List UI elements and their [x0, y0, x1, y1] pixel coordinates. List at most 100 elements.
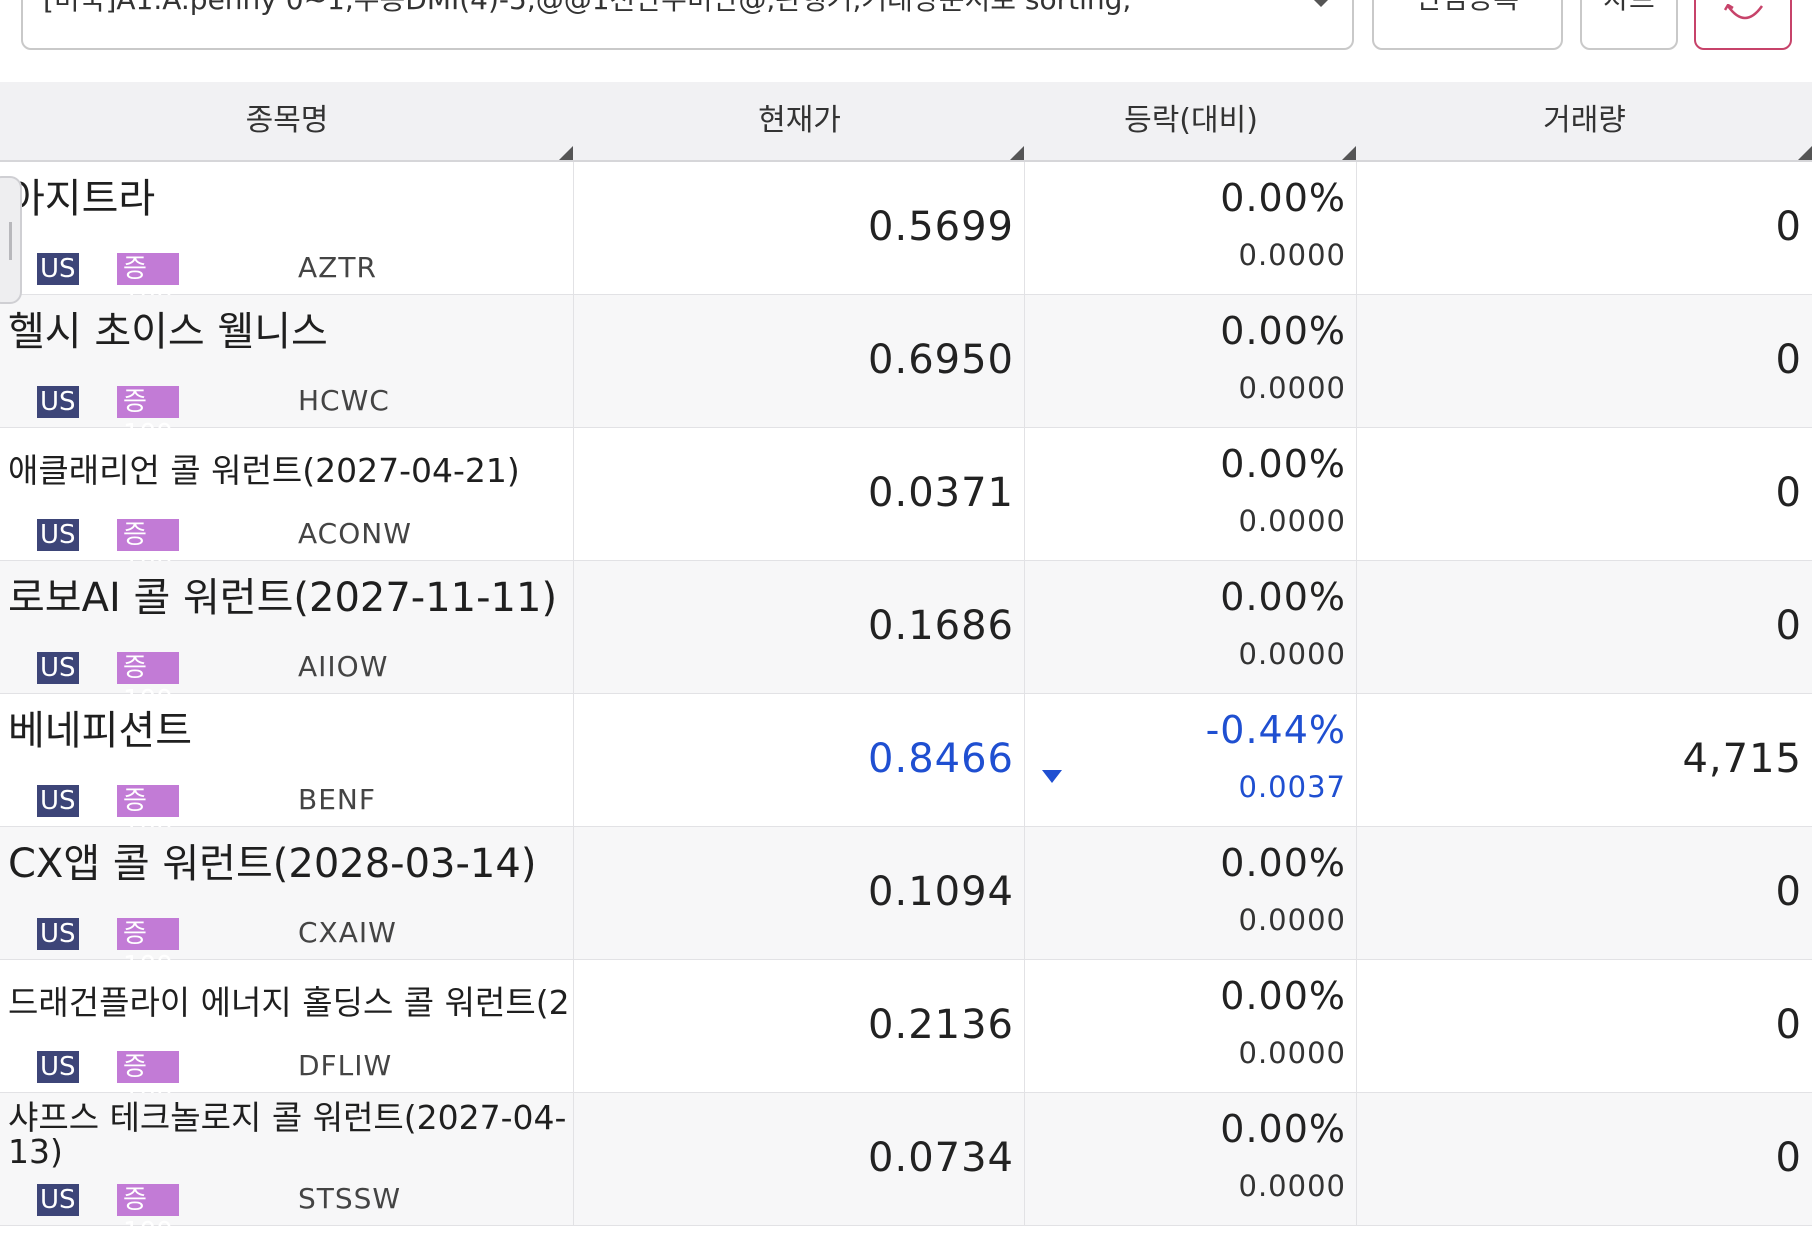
toolbar: [미국]A1.A.penny 0~1,주봉DMI(4)-5,@@1천만주미만@,…	[0, 0, 1812, 82]
volume-cell: 0	[1357, 1093, 1812, 1225]
table-row[interactable]: 드래건플라이 에너지 홀딩스 콜 워런트(20 US 증100 DFLIW 0.…	[0, 960, 1812, 1114]
ticker-symbol: AIIOW	[298, 650, 389, 683]
volume: 0	[1775, 470, 1802, 516]
change-amount: 0.0000	[1238, 1169, 1346, 1203]
price-cell: 0.6950	[574, 295, 1025, 427]
table-row[interactable]: 로보AI 콜 워런트(2027-11-11) US 증100 AIIOW 0.1…	[0, 561, 1812, 715]
market-badge: US	[37, 1184, 79, 1216]
price-cell: 0.1686	[574, 561, 1025, 693]
change-rate: 0.00%	[1220, 1107, 1346, 1151]
name-cell: 샤프스 테크놀로지 콜 워런트(2027-04-13) US 증100 STSS…	[0, 1093, 574, 1247]
stock-list: 아지트라 US 증100 AZTR 0.5699 0.00% 0.0000 0 …	[0, 162, 1812, 1247]
price-cell: 0.2136	[574, 960, 1025, 1092]
market-badge: US	[37, 519, 79, 551]
change-cell: 0.00% 0.0000	[1025, 295, 1357, 427]
market-badge: US	[37, 652, 79, 684]
chevron-down-icon	[1310, 0, 1332, 7]
ticker-symbol: DFLIW	[298, 1049, 393, 1082]
market-badge: US	[37, 386, 79, 418]
price-cell: 0.5699	[574, 162, 1025, 294]
table-row[interactable]: 아지트라 US 증100 AZTR 0.5699 0.00% 0.0000 0	[0, 162, 1812, 316]
stock-name: 드래건플라이 에너지 홀딩스 콜 워런트(20	[8, 983, 568, 1022]
column-header-name[interactable]: 종목명	[0, 82, 574, 160]
change-cell: 0.00% 0.0000	[1025, 960, 1357, 1092]
price-cell: 0.0734	[574, 1093, 1025, 1225]
table-row[interactable]: CX앱 콜 워런트(2028-03-14) US 증100 CXAIW 0.10…	[0, 827, 1812, 981]
change-cell: 0.00% 0.0000	[1025, 428, 1357, 560]
volume: 0	[1775, 204, 1802, 250]
sort-icon	[1010, 146, 1024, 160]
change-rate: 0.00%	[1220, 575, 1346, 619]
change-rate: 0.00%	[1220, 309, 1346, 353]
column-header-price[interactable]: 현재가	[574, 82, 1025, 160]
table-row[interactable]: 헬시 초이스 웰니스 US 증100 HCWC 0.6950 0.00% 0.0…	[0, 295, 1812, 449]
ticker-symbol: AZTR	[298, 251, 377, 284]
current-price: 0.5699	[868, 204, 1014, 250]
ticker-symbol: BENF	[298, 783, 376, 816]
volume-cell: 0	[1357, 960, 1812, 1092]
stock-name: CX앱 콜 워런트(2028-03-14)	[8, 843, 537, 885]
sort-icon	[1342, 146, 1356, 160]
current-price: 0.8466	[868, 736, 1014, 782]
volume-cell: 0	[1357, 162, 1812, 294]
side-drawer-handle[interactable]	[0, 176, 22, 304]
change-amount: 0.0000	[1238, 903, 1346, 937]
stock-name: 샤프스 테크놀로지 콜 워런트(2027-04-13)	[8, 1101, 567, 1169]
market-badge: US	[37, 918, 79, 950]
change-cell: 0.00% 0.0000	[1025, 1093, 1357, 1225]
market-badge: US	[37, 253, 79, 285]
change-rate: -0.44%	[1205, 708, 1346, 752]
change-amount: 0.0037	[1238, 770, 1346, 804]
condition-select[interactable]: [미국]A1.A.penny 0~1,주봉DMI(4)-5,@@1천만주미만@,…	[21, 0, 1354, 50]
change-rate: 0.00%	[1220, 176, 1346, 220]
refresh-button[interactable]	[1694, 0, 1792, 50]
volume: 0	[1775, 869, 1802, 915]
ticker-symbol: CXAIW	[298, 916, 397, 949]
name-cell: 헬시 초이스 웰니스 US 증100 HCWC	[0, 295, 574, 449]
change-amount: 0.0000	[1238, 504, 1346, 538]
change-cell: 0.00% 0.0000	[1025, 162, 1357, 294]
margin-badge: 증100	[117, 386, 179, 449]
column-header-volume[interactable]: 거래량	[1357, 82, 1812, 160]
refresh-icon	[1724, 4, 1764, 20]
change-amount: 0.0000	[1238, 371, 1346, 405]
change-amount: 0.0000	[1238, 238, 1346, 272]
change-rate: 0.00%	[1220, 442, 1346, 486]
change-amount: 0.0000	[1238, 637, 1346, 671]
volume: 4,715	[1682, 736, 1802, 782]
name-cell: 드래건플라이 에너지 홀딩스 콜 워런트(20 US 증100 DFLIW	[0, 960, 574, 1114]
volume: 0	[1775, 1135, 1802, 1181]
name-cell: CX앱 콜 워런트(2028-03-14) US 증100 CXAIW	[0, 827, 574, 981]
chart-button[interactable]: 차트	[1580, 0, 1678, 50]
column-header-change[interactable]: 등락(대비)	[1025, 82, 1357, 160]
change-cell: -0.44% 0.0037	[1025, 694, 1357, 826]
ticker-symbol: HCWC	[298, 384, 390, 417]
margin-badge: 증100	[117, 918, 179, 981]
table-row[interactable]: 애클래리언 콜 워런트(2027-04-21) US 증100 ACONW 0.…	[0, 428, 1812, 582]
add-favorite-button[interactable]: 관심등록	[1372, 0, 1563, 50]
triangle-down-icon	[1042, 770, 1062, 783]
stock-name: 헬시 초이스 웰니스	[8, 311, 328, 353]
stock-name: 베네피션트	[8, 710, 192, 752]
volume-cell: 0	[1357, 827, 1812, 959]
change-amount: 0.0000	[1238, 1036, 1346, 1070]
table-row[interactable]: 베네피션트 US 증100 BENF 0.8466 -0.44% 0.0037 …	[0, 694, 1812, 848]
margin-badge: 증100	[117, 519, 179, 582]
current-price: 0.1094	[868, 869, 1014, 915]
current-price: 0.6950	[868, 337, 1014, 383]
stock-name: 애클래리언 콜 워런트(2027-04-21)	[8, 451, 520, 490]
change-cell: 0.00% 0.0000	[1025, 827, 1357, 959]
volume-cell: 0	[1357, 428, 1812, 560]
ticker-symbol: ACONW	[298, 517, 412, 550]
margin-badge: 증100	[117, 785, 179, 848]
condition-select-value: [미국]A1.A.penny 0~1,주봉DMI(4)-5,@@1천만주미만@,…	[43, 0, 1131, 18]
margin-badge: 증100	[117, 253, 179, 316]
sort-icon	[559, 146, 573, 160]
change-cell: 0.00% 0.0000	[1025, 561, 1357, 693]
table-row[interactable]: 샤프스 테크놀로지 콜 워런트(2027-04-13) US 증100 STSS…	[0, 1093, 1812, 1247]
stock-name: 아지트라	[8, 178, 156, 220]
volume: 0	[1775, 1002, 1802, 1048]
sort-icon	[1798, 146, 1812, 160]
volume-cell: 4,715	[1357, 694, 1812, 826]
name-cell: 아지트라 US 증100 AZTR	[0, 162, 574, 316]
